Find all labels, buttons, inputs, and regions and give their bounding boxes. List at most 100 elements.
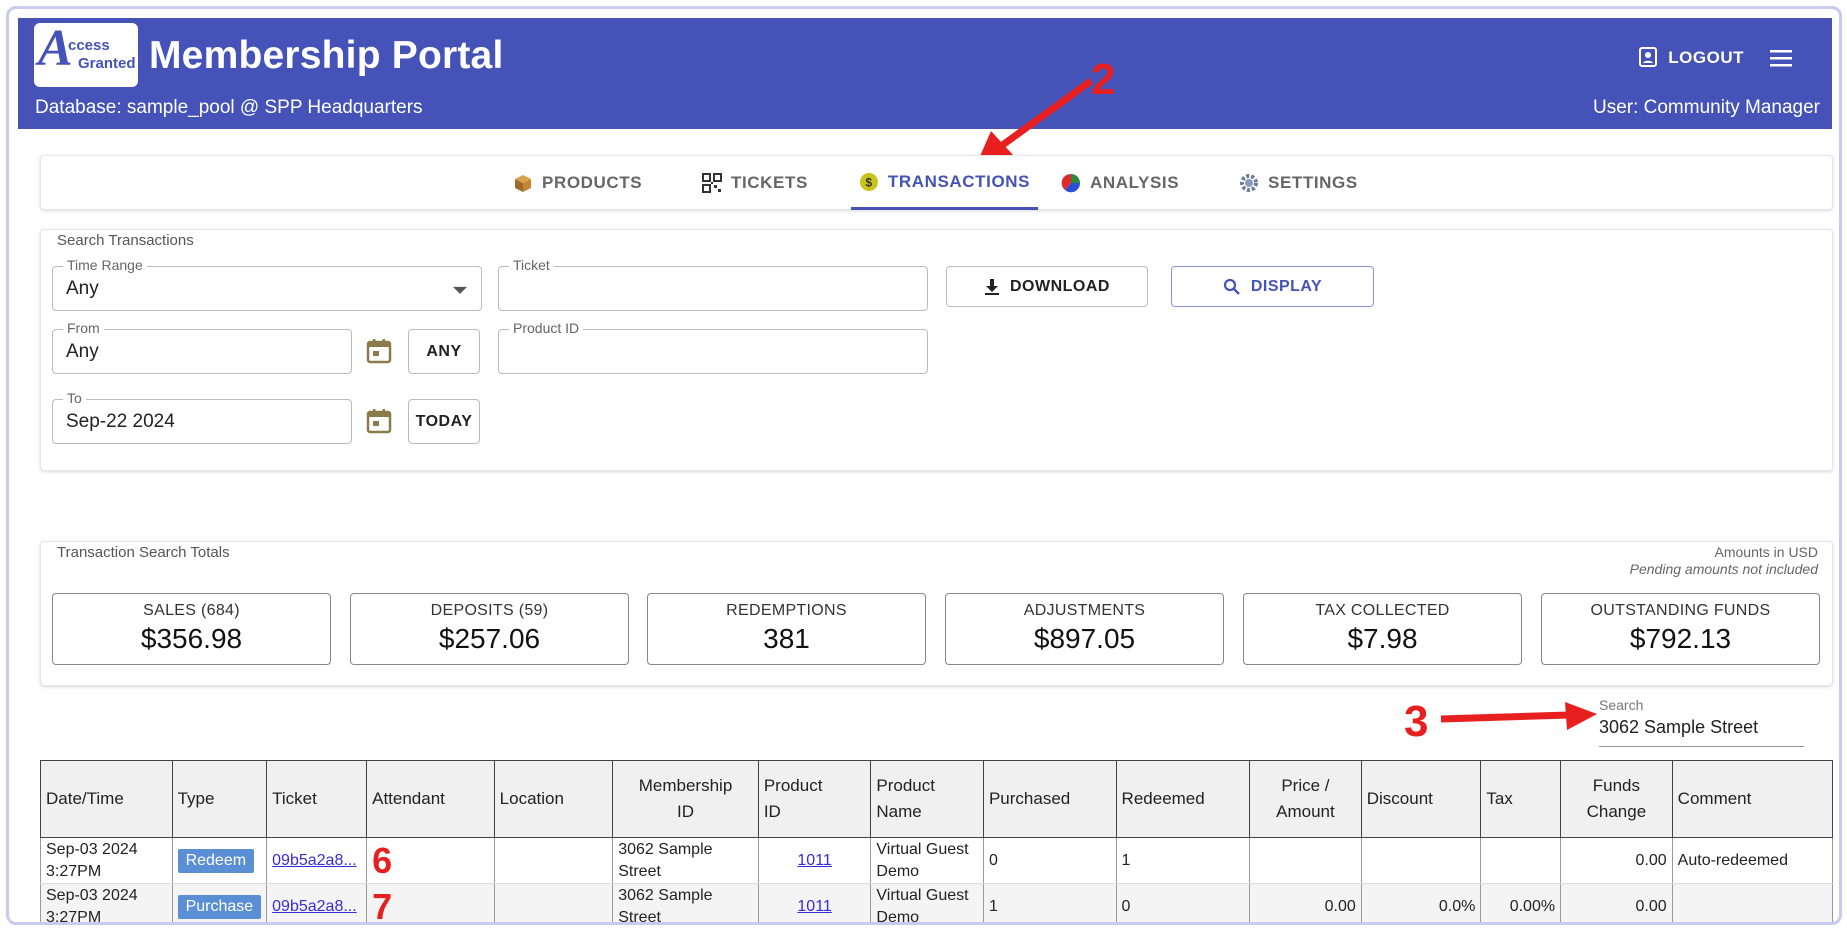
ticket-link[interactable]: 09b5a2a8... (272, 898, 357, 915)
tab-analysis-label: ANALYSIS (1090, 173, 1180, 192)
annotation-number-3: 3 (1404, 697, 1429, 746)
cell-datetime: Sep-03 2024 3:27PM (40, 837, 173, 884)
col-type[interactable]: Type (171, 760, 268, 838)
pending-note: Pending amounts not included (1629, 561, 1818, 577)
logo-line-1: ccess (68, 37, 110, 54)
tab-products-label: PRODUCTS (542, 173, 643, 192)
total-redemptions: REDEMPTIONS 381 (647, 593, 926, 665)
total-adjustments: ADJUSTMENTS $897.05 (945, 593, 1224, 665)
product-id-field[interactable]: Product ID (498, 320, 928, 374)
calendar-icon[interactable] (366, 338, 392, 364)
coin-icon: $ (859, 172, 878, 191)
calendar-icon[interactable] (366, 408, 392, 434)
total-label: OUTSTANDING FUNDS (1590, 602, 1771, 619)
annotation-number-6: 6 (372, 839, 393, 881)
col-ticket[interactable]: Ticket (266, 760, 368, 838)
col-location[interactable]: Location (493, 760, 614, 838)
user-info: User: Community Manager (1592, 97, 1820, 118)
cell-datetime: Sep-03 2024 3:27PM (40, 883, 173, 922)
box-icon (515, 175, 531, 192)
total-label: TAX COLLECTED (1315, 602, 1450, 619)
col-redeemed[interactable]: Redeemed (1115, 760, 1251, 838)
contact-card-icon[interactable] (1636, 45, 1660, 69)
from-date-field[interactable]: From Any (52, 320, 352, 374)
any-button[interactable]: ANY (408, 329, 480, 374)
tab-tickets-label: TICKETS (731, 173, 808, 192)
cell-ticket: 09b5a2a8... (266, 883, 368, 922)
transactions-table: Date/Time Type Ticket Attendant Location… (40, 760, 1834, 922)
col-tax[interactable]: Tax (1480, 760, 1562, 838)
tab-settings-label: SETTINGS (1268, 173, 1358, 192)
col-comment[interactable]: Comment (1671, 760, 1834, 838)
total-label: ADJUSTMENTS (1023, 602, 1146, 619)
tab-products[interactable]: PRODUCTS (513, 156, 642, 210)
cell-redeemed: 1 (1115, 837, 1251, 884)
product-id-input[interactable] (499, 330, 927, 373)
col-funds-change[interactable]: Funds Change (1560, 760, 1673, 838)
time-range-select[interactable]: Time Range Any (52, 257, 482, 311)
table-row[interactable]: Sep-03 2024 3:27PM Purchase 09b5a2a8... 7… (40, 883, 1834, 922)
app-title: Membership Portal (149, 34, 504, 77)
to-label: To (63, 390, 86, 406)
col-product-name[interactable]: Product Name (870, 760, 984, 838)
search-icon (1223, 278, 1240, 295)
tab-transactions[interactable]: $ TRANSACTIONS (851, 156, 1038, 210)
cell-product-id: 1011 (757, 837, 872, 884)
hamburger-menu-icon[interactable] (1770, 48, 1796, 68)
app-frame: A ccess Granted Membership Portal Databa… (6, 6, 1842, 925)
type-badge: Purchase (177, 894, 262, 919)
col-discount[interactable]: Discount (1360, 760, 1482, 838)
total-value: $7.98 (1347, 623, 1418, 654)
cell-price (1249, 837, 1362, 884)
cell-product-id: 1011 (757, 883, 872, 922)
cell-discount (1360, 837, 1482, 884)
cell-purchased: 0 (982, 837, 1117, 884)
cell-redeemed: 0 (1115, 883, 1251, 922)
main-tabs: PRODUCTS TICKETS $ TRANSACTIONS ANALYSIS… (40, 155, 1833, 210)
cell-type: Purchase (171, 883, 268, 922)
cell-location (493, 837, 614, 884)
ticket-input[interactable] (499, 267, 927, 310)
cell-funds-change: 0.00 (1560, 883, 1673, 922)
svg-text:$: $ (865, 175, 872, 189)
cell-comment: Auto-redeemed (1671, 837, 1834, 884)
total-sales: SALES (684) $356.98 (52, 593, 331, 665)
col-price-amount[interactable]: Price / Amount (1249, 760, 1362, 838)
time-range-label: Time Range (63, 257, 147, 273)
total-outstanding-funds: OUTSTANDING FUNDS $792.13 (1541, 593, 1820, 665)
cell-discount: 0.0% (1360, 883, 1482, 922)
pie-chart-icon (1061, 173, 1081, 193)
search-card-caption: Search Transactions (57, 232, 194, 249)
ticket-link[interactable]: 09b5a2a8... (272, 852, 357, 869)
logout-button[interactable]: LOGOUT (1668, 48, 1744, 68)
total-label: REDEMPTIONS (726, 602, 847, 619)
col-attendant[interactable]: Attendant (366, 760, 495, 838)
cell-ticket: 09b5a2a8... (266, 837, 368, 884)
ticket-field[interactable]: Ticket (498, 257, 928, 311)
display-label: DISPLAY (1250, 277, 1323, 295)
col-datetime[interactable]: Date/Time (40, 760, 173, 838)
download-label: DOWNLOAD (1010, 277, 1110, 295)
table-row[interactable]: Sep-03 2024 3:27PM Redeem 09b5a2a8... 6 3… (40, 837, 1834, 884)
col-purchased[interactable]: Purchased (982, 760, 1117, 838)
today-button[interactable]: TODAY (408, 399, 480, 444)
transaction-totals-card: Transaction Search Totals Amounts in USD… (40, 541, 1833, 686)
from-value: Any (66, 340, 99, 362)
tab-analysis[interactable]: ANALYSIS (1061, 156, 1179, 210)
tab-tickets[interactable]: TICKETS (702, 156, 808, 210)
product-id-link[interactable]: 1011 (797, 852, 831, 869)
to-date-field[interactable]: To Sep-22 2024 (52, 390, 352, 444)
tab-settings[interactable]: SETTINGS (1239, 156, 1358, 210)
total-deposits: DEPOSITS (59) $257.06 (350, 593, 629, 665)
app-header: A ccess Granted Membership Portal Databa… (18, 18, 1832, 129)
logo-line-2: Granted (78, 55, 136, 72)
col-product-id[interactable]: Product ID (757, 760, 872, 838)
table-header-row: Date/Time Type Ticket Attendant Location… (40, 760, 1834, 838)
table-search-field[interactable]: Search 3062 Sample Street (1599, 697, 1804, 747)
download-icon (985, 278, 999, 295)
display-button[interactable]: DISPLAY (1171, 266, 1374, 307)
product-id-link[interactable]: 1011 (797, 898, 831, 915)
cell-membership-id: 3062 Sample Street (612, 883, 759, 922)
download-button[interactable]: DOWNLOAD (946, 266, 1148, 307)
col-membership-id[interactable]: Membership ID (612, 760, 759, 838)
